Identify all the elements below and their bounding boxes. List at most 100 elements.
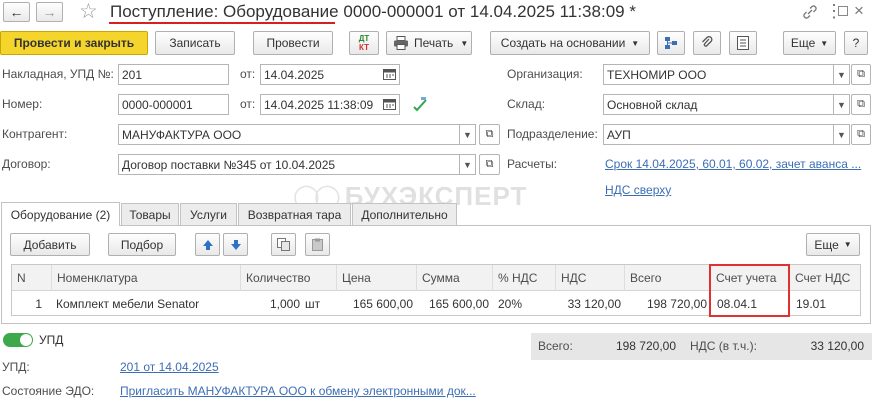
- counterparty-dropdown[interactable]: ▼: [459, 124, 476, 145]
- col-price[interactable]: Цена: [337, 265, 417, 291]
- col-vat-account[interactable]: Счет НДС: [790, 265, 860, 291]
- tab-equipment[interactable]: Оборудование (2): [1, 202, 120, 226]
- warehouse-dropdown[interactable]: ▼: [833, 94, 850, 115]
- create-based-label: Создать на основании: [500, 36, 626, 50]
- structure-button[interactable]: [657, 31, 685, 55]
- save-button[interactable]: Записать: [155, 31, 235, 55]
- chevron-down-icon: ▼: [631, 38, 640, 48]
- chevron-down-icon: ▼: [837, 129, 846, 140]
- table-more-button[interactable]: Еще ▼: [806, 233, 860, 256]
- cell-vat-rate: 20%: [498, 296, 523, 311]
- invoice-date-label: от:: [240, 67, 256, 81]
- paperclip-icon: [700, 36, 714, 50]
- upd-toggle[interactable]: [3, 333, 33, 347]
- organization-label: Организация:: [507, 67, 583, 81]
- invoice-date-value: 14.04.2025: [264, 67, 325, 82]
- link-icon[interactable]: [801, 3, 819, 21]
- create-based-on-button[interactable]: Создать на основании ▼: [490, 31, 650, 55]
- warehouse-open-button[interactable]: ⧉: [851, 94, 871, 115]
- vat-on-top-link[interactable]: НДС сверху: [605, 183, 671, 197]
- contract-input[interactable]: Договор поставки №345 от 10.04.2025: [118, 154, 460, 175]
- invoice-date-input[interactable]: 14.04.2025: [260, 64, 400, 85]
- upd-link[interactable]: 201 от 14.04.2025: [120, 360, 219, 374]
- print-button[interactable]: Печать ▼: [386, 31, 472, 55]
- total-label: Всего:: [538, 339, 573, 353]
- col-total[interactable]: Всего: [625, 265, 711, 291]
- organization-open-button[interactable]: ⧉: [851, 64, 871, 85]
- arrow-right-icon: →: [42, 4, 57, 20]
- help-button[interactable]: ?: [844, 31, 868, 55]
- tab-goods[interactable]: Товары: [121, 203, 179, 225]
- account-column-highlight: [709, 264, 790, 317]
- edo-status-label: Состояние ЭДО:: [2, 384, 95, 398]
- close-icon[interactable]: ×: [854, 0, 864, 22]
- add-row-button[interactable]: Добавить: [10, 233, 90, 256]
- cell-vat-account: 19.01: [796, 296, 827, 311]
- move-down-button[interactable]: [223, 233, 248, 256]
- cell-sum: 165 600,00: [428, 296, 489, 311]
- settlements-link[interactable]: Срок 14.04.2025, 60.01, 60.02, зачет ава…: [605, 157, 861, 171]
- copy-row-button[interactable]: [271, 233, 296, 256]
- paste-row-button[interactable]: [305, 233, 330, 256]
- calendar-icon[interactable]: [383, 68, 396, 80]
- col-n[interactable]: N: [12, 265, 52, 291]
- vat-included-value: 33 120,00: [810, 339, 864, 353]
- counterparty-label: Контрагент:: [2, 127, 68, 141]
- col-quantity[interactable]: Количество: [241, 265, 337, 291]
- dtkt-button[interactable]: ДТ КТ: [349, 31, 379, 55]
- edit-number-icon[interactable]: [412, 96, 428, 112]
- tab-services[interactable]: Услуги: [180, 203, 237, 225]
- tab-additional[interactable]: Дополнительно: [352, 203, 457, 225]
- col-vat[interactable]: НДС: [556, 265, 625, 291]
- edo-invite-link[interactable]: Пригласить МАНУФАКТУРА ООО к обмену элек…: [120, 384, 476, 398]
- cell-total: 198 720,00: [646, 296, 707, 311]
- post-button[interactable]: Провести: [253, 31, 333, 55]
- col-nomenclature[interactable]: Номенклатура: [52, 265, 241, 291]
- organization-input[interactable]: ТЕХНОМИР ООО: [603, 64, 834, 85]
- tab-returnable-containers[interactable]: Возвратная тара: [238, 203, 351, 225]
- chevron-down-icon: ▼: [820, 38, 829, 48]
- settlements-label: Расчеты:: [507, 157, 558, 171]
- chevron-down-icon: ▼: [463, 159, 472, 170]
- cell-unit: шт: [305, 296, 321, 311]
- favorite-star-icon[interactable]: ☆: [79, 1, 98, 23]
- number-label: Номер:: [2, 97, 43, 111]
- document-date-input[interactable]: 14.04.2025 11:38:09: [260, 94, 400, 115]
- move-up-button[interactable]: [195, 233, 220, 256]
- calendar-icon[interactable]: [383, 98, 396, 110]
- report-button[interactable]: [729, 31, 757, 55]
- contract-label: Договор:: [2, 157, 51, 171]
- select-items-button[interactable]: Подбор: [108, 233, 176, 256]
- contract-open-button[interactable]: ⧉: [479, 154, 500, 175]
- document-number-input[interactable]: 0000-000001: [118, 94, 229, 115]
- more-button[interactable]: Еще ▼: [783, 31, 836, 55]
- paste-icon: [311, 238, 324, 251]
- division-dropdown[interactable]: ▼: [833, 124, 850, 145]
- col-sum[interactable]: Сумма: [417, 265, 493, 291]
- counterparty-open-button[interactable]: ⧉: [479, 124, 500, 145]
- window-title: Поступление: Оборудование 0000-000001 от…: [110, 2, 636, 21]
- counterparty-input[interactable]: МАНУФАКТУРА ООО: [118, 124, 460, 145]
- contract-dropdown[interactable]: ▼: [459, 154, 476, 175]
- post-and-close-button[interactable]: Провести и закрыть: [0, 31, 148, 55]
- arrow-left-icon: ←: [9, 4, 24, 20]
- organization-dropdown[interactable]: ▼: [833, 64, 850, 85]
- maximize-icon[interactable]: [838, 6, 848, 16]
- open-window-icon: ⧉: [857, 68, 865, 80]
- cell-nomenclature: Комплект мебели Senator: [56, 296, 200, 311]
- attach-button[interactable]: [693, 31, 721, 55]
- document-date-value: 14.04.2025 11:38:09: [264, 97, 374, 112]
- forward-button[interactable]: →: [36, 2, 63, 22]
- back-button[interactable]: ←: [3, 2, 30, 22]
- cell-quantity: 1,000: [269, 296, 300, 311]
- open-window-icon: ⧉: [857, 98, 865, 110]
- division-input[interactable]: АУП: [603, 124, 834, 145]
- warehouse-label: Склад:: [507, 97, 546, 111]
- division-open-button[interactable]: ⧉: [851, 124, 871, 145]
- warehouse-input[interactable]: Основной склад: [603, 94, 834, 115]
- more-label: Еще: [790, 36, 816, 50]
- col-vat-rate[interactable]: % НДС: [493, 265, 556, 291]
- chevron-down-icon: ▼: [837, 99, 846, 110]
- invoice-number-input[interactable]: 201: [118, 64, 229, 85]
- number-date-label: от:: [240, 97, 256, 111]
